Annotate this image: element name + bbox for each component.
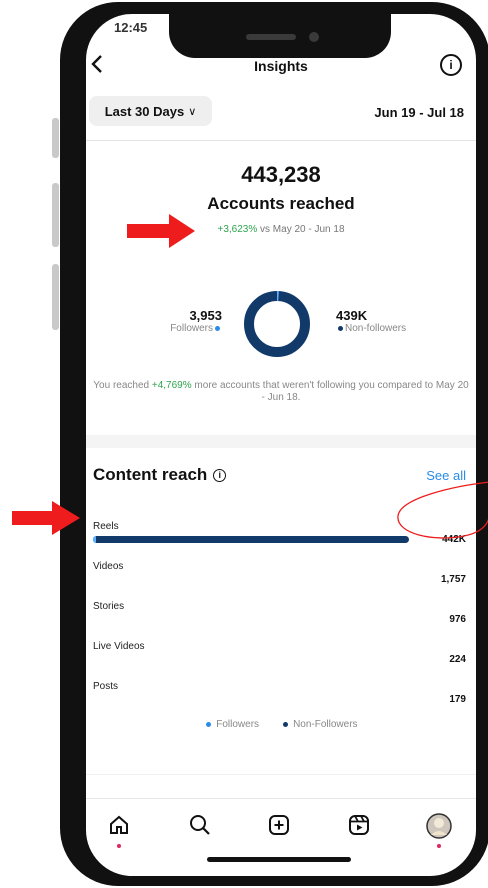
- reels-icon[interactable]: [347, 813, 377, 843]
- home-icon[interactable]: [107, 813, 137, 843]
- content-reach-legend: Followers Non-Followers: [86, 719, 476, 730]
- section-separator: [86, 435, 476, 448]
- notification-dot: [117, 844, 121, 848]
- content-reach-row-value: 976: [449, 614, 466, 625]
- notification-dot: [437, 844, 441, 848]
- phone-volume-up: [52, 183, 59, 247]
- followers-dot: [215, 325, 220, 331]
- non-followers-dot: [338, 325, 343, 331]
- content-reach-row-label: Reels: [93, 521, 119, 532]
- speaker: [246, 34, 296, 40]
- audience-donut-chart: [244, 291, 310, 357]
- reach-note-pct: +4,769%: [151, 380, 192, 391]
- annotation-arrow-reach: [127, 214, 195, 248]
- divider: [86, 140, 476, 141]
- content-reach-row-label: Posts: [93, 681, 119, 692]
- period-label: Last 30 Days: [104, 103, 185, 119]
- reach-note: You reached +4,769% more accounts that w…: [92, 380, 470, 404]
- reach-note-suffix: more accounts that weren't following you…: [194, 380, 469, 403]
- filter-bar: Last 30 Days ∨ Jun 19 - Jul 18: [86, 96, 476, 140]
- header: Insights i: [86, 52, 476, 82]
- annotation-arrow-reels: [12, 501, 80, 535]
- followers-stat: 3,953 Followers: [146, 308, 222, 334]
- non-followers-dot: [283, 721, 289, 727]
- phone-screen: 12:45 Insights i Last 30 Days ∨ Jun 19 -…: [86, 14, 476, 876]
- legend-non-followers: Non-Followers: [293, 719, 358, 730]
- info-icon[interactable]: i: [213, 469, 227, 482]
- accounts-reached-label: Accounts reached: [207, 194, 355, 213]
- non-followers-label: Non-followers: [345, 323, 407, 334]
- reach-change-pct: +3,623%: [217, 224, 258, 235]
- date-range: Jun 19 - Jul 18: [374, 105, 464, 120]
- phone-volume-down: [52, 264, 59, 330]
- content-reach-title: Content reach i: [93, 465, 227, 485]
- content-reach-row-value: 179: [449, 694, 466, 705]
- profile-avatar[interactable]: [426, 813, 456, 843]
- search-icon[interactable]: [188, 813, 218, 843]
- non-followers-stat: 439K Non-followers: [336, 308, 446, 334]
- chevron-down-icon: ∨: [188, 105, 197, 118]
- content-reach-row-bar: [93, 536, 409, 543]
- create-icon[interactable]: [267, 813, 297, 843]
- content-reach-row-value: 224: [449, 654, 466, 665]
- annotation-circle: [397, 481, 488, 539]
- content-reach-row-label: Live Videos: [93, 641, 145, 652]
- content-reach-title-text: Content reach: [93, 465, 208, 484]
- reach-change-suffix: vs May 20 - Jun 18: [260, 224, 345, 235]
- home-indicator: [207, 857, 351, 862]
- followers-bar-segment: [93, 536, 96, 543]
- divider: [86, 774, 476, 775]
- followers-label: Followers: [170, 323, 213, 334]
- content-reach-row-label: Stories: [93, 601, 125, 612]
- bottom-nav: [86, 798, 476, 849]
- followers-count: 3,953: [189, 308, 222, 323]
- accounts-reached-count: 443,238: [241, 162, 321, 187]
- info-icon[interactable]: i: [440, 54, 462, 76]
- followers-dot: [206, 721, 212, 727]
- content-reach-row-label: Videos: [93, 561, 124, 572]
- content-reach-row-value: 1,757: [440, 574, 466, 585]
- phone-mute-switch: [52, 118, 59, 158]
- camera: [309, 32, 319, 42]
- status-time: 12:45: [114, 20, 148, 35]
- legend-followers: Followers: [216, 719, 260, 730]
- page-title: Insights: [254, 58, 308, 74]
- reach-note-prefix: You reached: [93, 380, 150, 391]
- non-followers-count: 439K: [336, 308, 368, 323]
- period-dropdown[interactable]: Last 30 Days ∨: [89, 96, 212, 126]
